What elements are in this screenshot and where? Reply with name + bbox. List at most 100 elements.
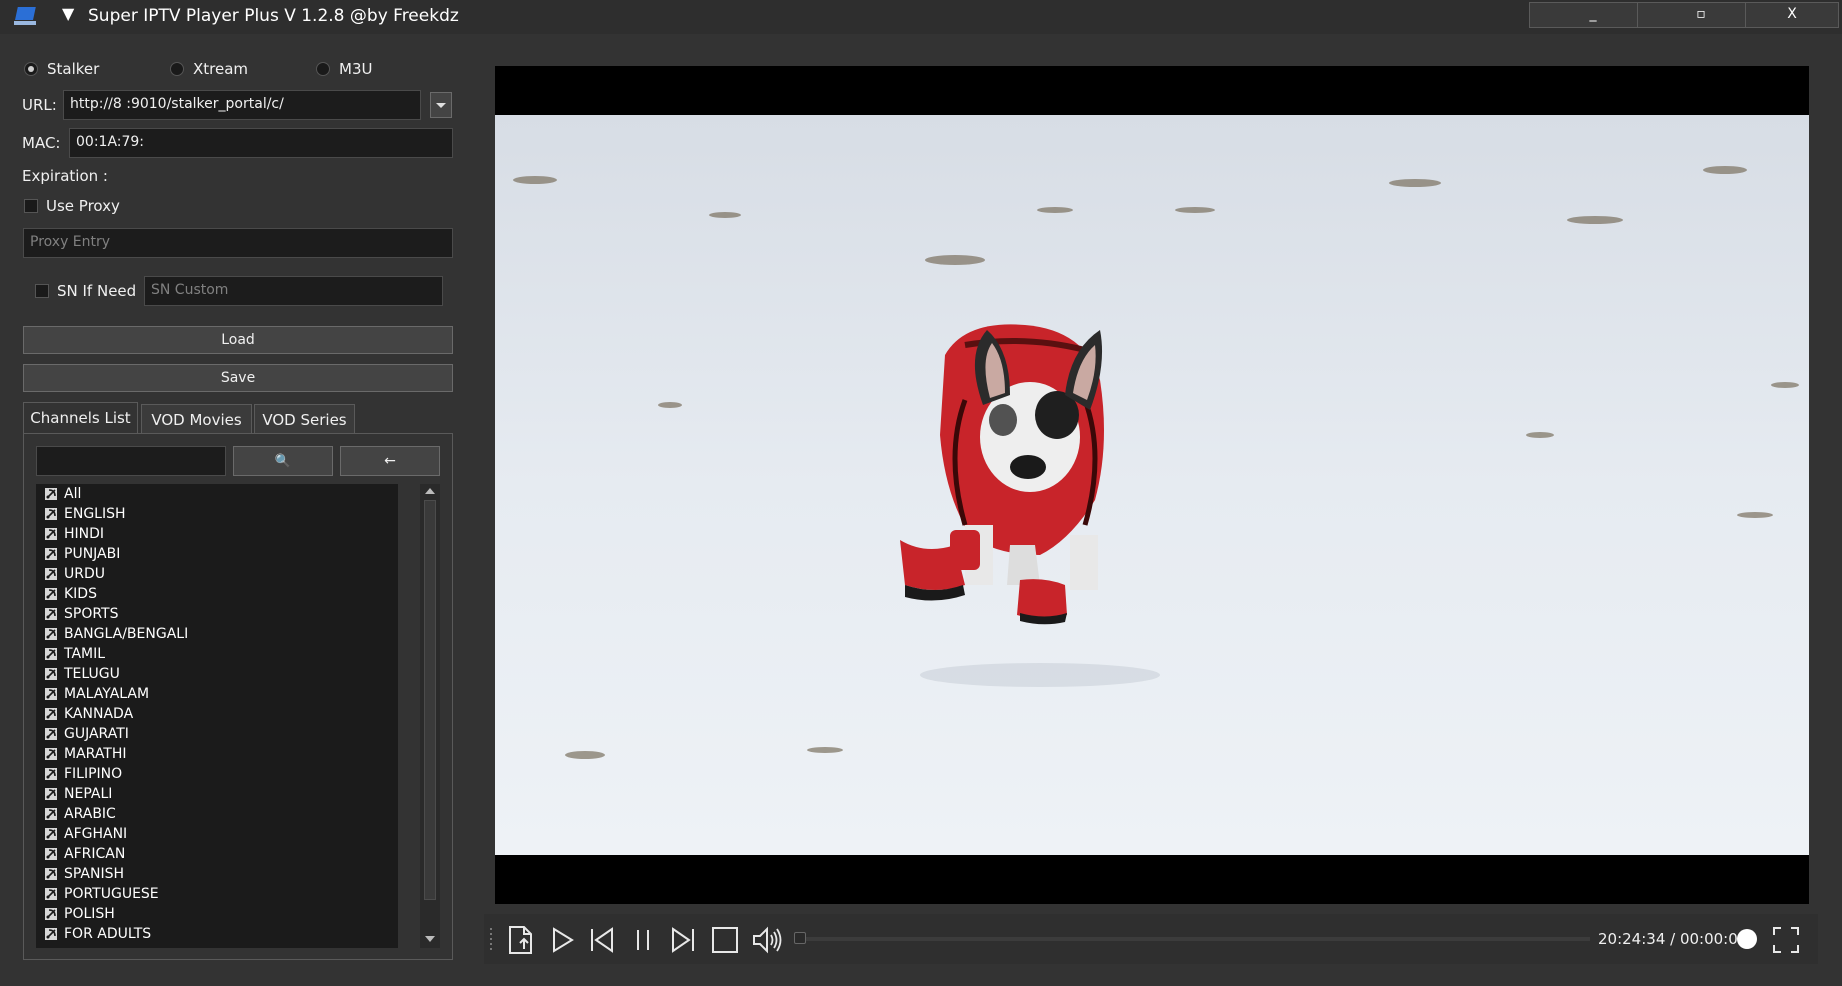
previous-icon[interactable] bbox=[586, 924, 618, 956]
radio-m3u-label: M3U bbox=[339, 60, 373, 78]
load-button[interactable]: Load bbox=[23, 326, 453, 354]
list-item[interactable]: MALAYALAM bbox=[36, 684, 398, 704]
list-item[interactable]: All bbox=[36, 484, 398, 504]
stop-icon[interactable] bbox=[709, 924, 741, 956]
back-button[interactable]: ← bbox=[340, 446, 440, 476]
open-file-icon[interactable] bbox=[504, 924, 536, 956]
channel-name: TAMIL bbox=[64, 646, 106, 662]
search-button[interactable]: 🔍 bbox=[233, 446, 333, 476]
satellite-icon bbox=[45, 648, 57, 660]
tab-vod-series[interactable]: VOD Series bbox=[254, 404, 355, 434]
satellite-icon bbox=[45, 568, 57, 580]
list-item[interactable]: KIDS bbox=[36, 584, 398, 604]
channel-list[interactable]: All ENGLISH HINDI PUNJABI URDU KIDS SPORTS BANG… bbox=[36, 484, 398, 948]
proxy-input[interactable]: Proxy Entry bbox=[23, 228, 453, 258]
list-item[interactable]: AFRICAN bbox=[36, 844, 398, 864]
channel-name: All bbox=[64, 486, 82, 502]
save-button[interactable]: Save bbox=[23, 364, 453, 392]
list-item[interactable]: TAMIL bbox=[36, 644, 398, 664]
sn-custom-input[interactable]: SN Custom bbox=[144, 276, 443, 306]
play-icon[interactable] bbox=[546, 924, 578, 956]
satellite-icon bbox=[45, 788, 57, 800]
fullscreen-icon[interactable] bbox=[1770, 924, 1802, 956]
channel-name: GUJARATI bbox=[64, 726, 129, 742]
channel-name: POLISH bbox=[64, 906, 115, 922]
list-item[interactable]: GUJARATI bbox=[36, 724, 398, 744]
list-item[interactable]: URDU bbox=[36, 564, 398, 584]
expiration-label: Expiration : bbox=[22, 167, 108, 185]
channel-name: AFGHANI bbox=[64, 826, 128, 842]
pause-icon[interactable] bbox=[627, 924, 659, 956]
channel-name: AFRICAN bbox=[64, 846, 126, 862]
satellite-icon bbox=[45, 508, 57, 520]
satellite-icon bbox=[45, 748, 57, 760]
menu-dropdown-icon[interactable]: ▼ bbox=[62, 4, 74, 23]
satellite-icon bbox=[45, 628, 57, 640]
list-item[interactable]: TELUGU bbox=[36, 664, 398, 684]
channel-name: FOR ADULTS bbox=[64, 926, 152, 942]
mac-input[interactable]: 00:1A:79: bbox=[69, 128, 453, 158]
channel-name: KIDS bbox=[64, 586, 97, 602]
satellite-icon bbox=[45, 808, 57, 820]
tab-channels-list[interactable]: Channels List bbox=[23, 402, 138, 434]
channel-name: ENGLISH bbox=[64, 506, 126, 522]
scroll-up-icon[interactable] bbox=[424, 486, 436, 496]
list-item[interactable]: KANNADA bbox=[36, 704, 398, 724]
list-item[interactable]: SPORTS bbox=[36, 604, 398, 624]
channel-name: PUNJABI bbox=[64, 546, 121, 562]
next-icon[interactable] bbox=[667, 924, 699, 956]
channel-name: URDU bbox=[64, 566, 106, 582]
satellite-icon bbox=[45, 548, 57, 560]
list-item[interactable]: MARATHI bbox=[36, 744, 398, 764]
sn-label: SN If Need bbox=[57, 282, 137, 300]
radio-stalker[interactable] bbox=[24, 62, 38, 76]
window-title: Super IPTV Player Plus V 1.2.8 @by Freek… bbox=[88, 6, 459, 26]
scrollbar-thumb[interactable] bbox=[424, 500, 436, 900]
grip-icon[interactable] bbox=[488, 926, 496, 952]
list-item[interactable]: POLISH bbox=[36, 904, 398, 924]
radio-xtream-label: Xtream bbox=[193, 60, 249, 78]
volume-knob[interactable] bbox=[1737, 929, 1757, 949]
channel-search-input[interactable] bbox=[36, 446, 226, 476]
scroll-down-icon[interactable] bbox=[424, 934, 436, 944]
tab-vod-movies[interactable]: VOD Movies bbox=[141, 404, 252, 434]
radio-m3u[interactable] bbox=[316, 62, 330, 76]
list-item[interactable]: ARABIC bbox=[36, 804, 398, 824]
list-item[interactable]: SPANISH bbox=[36, 864, 398, 884]
list-item[interactable]: PORTUGUESE bbox=[36, 884, 398, 904]
list-item[interactable]: BANGLA/BENGALI bbox=[36, 624, 398, 644]
satellite-icon bbox=[45, 528, 57, 540]
close-button[interactable]: X bbox=[1745, 2, 1839, 28]
satellite-icon bbox=[45, 728, 57, 740]
satellite-icon bbox=[45, 608, 57, 620]
channel-name: TELUGU bbox=[64, 666, 120, 682]
app-icon bbox=[14, 7, 36, 25]
channel-name: HINDI bbox=[64, 526, 105, 542]
channel-name: SPORTS bbox=[64, 606, 119, 622]
url-history-button[interactable] bbox=[430, 92, 452, 118]
satellite-icon bbox=[45, 908, 57, 920]
list-item[interactable]: FOR ADULTS bbox=[36, 924, 398, 944]
list-item[interactable]: AFGHANI bbox=[36, 824, 398, 844]
list-item[interactable]: FILIPINO bbox=[36, 764, 398, 784]
satellite-icon bbox=[45, 828, 57, 840]
url-input[interactable]: http://8 :9010/stalker_portal/c/ bbox=[63, 90, 421, 120]
seek-bar[interactable] bbox=[800, 937, 1590, 941]
sn-checkbox[interactable] bbox=[35, 284, 49, 298]
channel-name: MALAYALAM bbox=[64, 686, 150, 702]
satellite-icon bbox=[45, 768, 57, 780]
radio-xtream[interactable] bbox=[170, 62, 184, 76]
search-icon: 🔍 bbox=[274, 454, 292, 469]
list-item[interactable]: PUNJABI bbox=[36, 544, 398, 564]
channel-name: FILIPINO bbox=[64, 766, 123, 782]
use-proxy-checkbox[interactable] bbox=[24, 199, 38, 213]
seek-handle[interactable] bbox=[794, 932, 806, 944]
radio-stalker-label: Stalker bbox=[47, 60, 100, 78]
satellite-icon bbox=[45, 888, 57, 900]
satellite-icon bbox=[45, 928, 57, 940]
list-item[interactable]: NEPALI bbox=[36, 784, 398, 804]
satellite-icon bbox=[45, 848, 57, 860]
volume-icon[interactable] bbox=[751, 924, 783, 956]
list-item[interactable]: HINDI bbox=[36, 524, 398, 544]
list-item[interactable]: ENGLISH bbox=[36, 504, 398, 524]
